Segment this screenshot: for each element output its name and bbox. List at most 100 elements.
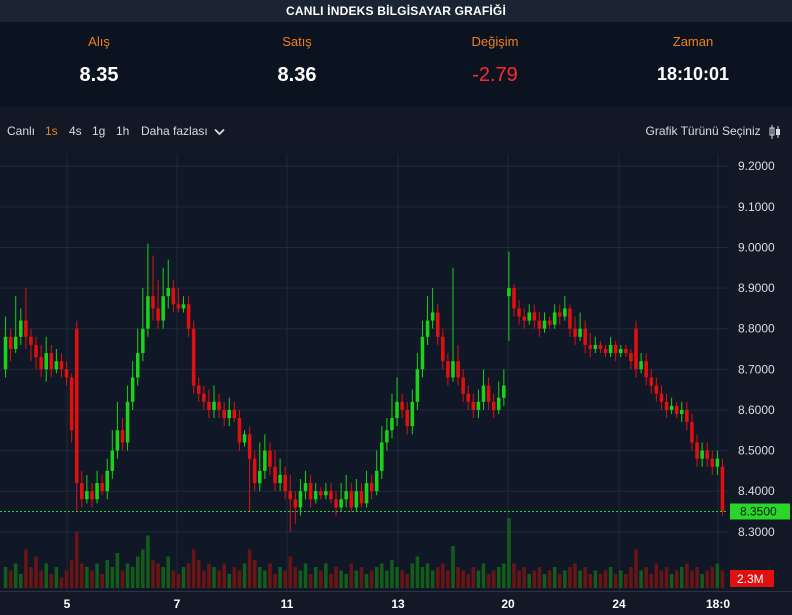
candle-body	[268, 450, 272, 467]
volume-bar	[720, 570, 725, 588]
volume-bar	[212, 567, 216, 588]
candle-body	[161, 296, 165, 321]
candle-body	[24, 320, 28, 337]
candle-body	[659, 393, 664, 402]
volume-bar	[364, 574, 369, 588]
candle-body	[598, 344, 603, 349]
y-tick-label: 9.2000	[738, 159, 775, 173]
volume-bar	[608, 567, 613, 588]
volume-bar	[227, 574, 232, 588]
candle-body	[700, 450, 704, 459]
volume-bar	[29, 567, 33, 588]
volume-bar	[349, 563, 354, 588]
time-value: 18:10:01	[656, 64, 730, 84]
volume-bar	[593, 570, 598, 588]
volume-bar	[64, 570, 69, 588]
candle-body	[654, 385, 659, 394]
candle-body	[293, 499, 298, 508]
bid-label: Alış	[88, 34, 110, 49]
volume-bar	[268, 563, 272, 588]
volume-bar	[430, 570, 435, 588]
app-window: CANLI İNDEKS BİLGİSAYAR GRAFİĞİ Alış 8.3…	[0, 0, 792, 615]
volume-bar	[191, 549, 196, 588]
time-label: Zaman	[672, 34, 714, 49]
volume-bar	[34, 556, 38, 588]
x-tick-label: 13	[391, 597, 405, 611]
interval-1s-button[interactable]: 1s	[45, 124, 58, 138]
chart-type-label: Grafik Türünü Seçiniz	[645, 124, 761, 139]
y-tick-label: 8.7000	[738, 362, 775, 376]
candle-body	[19, 320, 23, 337]
volume-bar	[359, 567, 364, 588]
candle-body	[217, 401, 221, 410]
volume-bar	[217, 570, 221, 588]
candle-body	[634, 328, 638, 370]
candle-body	[710, 458, 715, 467]
candle-body	[227, 409, 232, 419]
candle-body	[344, 491, 348, 500]
candle-body	[400, 401, 404, 410]
candle-body	[34, 344, 38, 358]
candle-body	[369, 483, 374, 492]
candle-body	[547, 320, 552, 325]
volume-bar	[39, 570, 43, 588]
volume-bar	[578, 570, 582, 588]
candle-body	[512, 288, 516, 309]
candle-body	[257, 470, 262, 484]
volume-bar	[517, 570, 521, 588]
volume-bar	[80, 563, 84, 588]
candle-body	[695, 442, 699, 459]
volume-bar	[151, 560, 155, 588]
chart-type-selector[interactable]: Grafik Türünü Seçiniz	[645, 124, 782, 140]
y-tick-label: 9.0000	[738, 240, 775, 254]
candle-body	[466, 393, 471, 402]
candle-body	[105, 470, 110, 492]
live-button[interactable]: Canlı	[7, 124, 35, 138]
volume-bar	[141, 549, 145, 588]
volume-bar	[618, 570, 623, 588]
candle-body	[537, 320, 542, 329]
candle-body	[563, 308, 567, 317]
interval-1h-button[interactable]: 1h	[116, 124, 129, 138]
volume-bar	[420, 567, 425, 588]
more-intervals-dropdown[interactable]: Daha fazlası	[141, 124, 225, 138]
candle-body	[176, 304, 181, 309]
x-tick-label: 18:0	[705, 597, 731, 611]
bid-value: 8.35	[79, 64, 119, 86]
volume-bar	[344, 574, 348, 588]
candle-body	[573, 328, 577, 337]
change-panel: Değişim -2.79	[396, 22, 594, 106]
candle-body	[334, 499, 338, 508]
candle-body	[430, 312, 435, 321]
candle-body	[54, 361, 59, 370]
candle-body	[618, 349, 623, 354]
candle-body	[339, 499, 343, 508]
candle-body	[527, 312, 532, 321]
candle-body	[680, 409, 684, 414]
interval-4s-button[interactable]: 4s	[69, 124, 82, 138]
candle-body	[578, 328, 582, 337]
x-tick-label: 11	[280, 597, 294, 611]
candle-body	[456, 361, 460, 378]
price-chart[interactable]: 9.2000 9.1000 9.0000 8.9000 8.8000 8.7000 8.60…	[0, 154, 792, 591]
volume-bar	[690, 570, 694, 588]
volume-bar	[502, 563, 506, 588]
volume-bar	[644, 567, 648, 588]
candle-body	[441, 336, 445, 362]
volume-bar	[598, 574, 603, 588]
candle-body	[242, 434, 247, 443]
candle-body	[583, 328, 587, 345]
volume-bar	[476, 570, 481, 588]
interval-1g-button[interactable]: 1g	[92, 124, 105, 138]
candle-body	[507, 288, 511, 297]
candle-body	[380, 442, 384, 471]
candle-body	[385, 430, 389, 443]
candle-body	[110, 450, 115, 471]
volume-label: 2.3M	[737, 572, 764, 586]
candle-body	[74, 328, 79, 484]
volume-bar	[222, 563, 226, 588]
y-tick-label: 9.1000	[738, 200, 775, 214]
candle-body	[522, 316, 526, 321]
candle-body	[278, 474, 282, 484]
candle-body	[313, 491, 318, 500]
